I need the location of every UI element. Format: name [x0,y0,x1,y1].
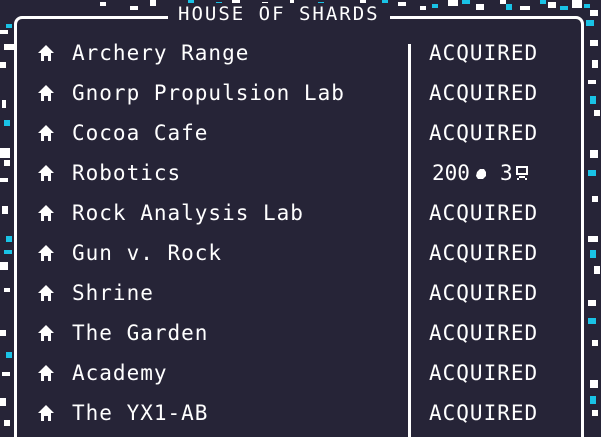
building-row[interactable]: Rock Analysis Lab ACQUIRED [0,193,601,233]
house-icon [37,284,55,302]
house-icon [37,364,55,382]
building-name: Gnorp Propulsion Lab [72,81,345,105]
building-status: ACQUIRED [429,121,539,145]
building-status: ACQUIRED [429,401,539,425]
building-name: Robotics [72,161,182,185]
building-row[interactable]: Gun v. Rock ACQUIRED [0,233,601,273]
building-name: The YX1-AB [72,401,209,425]
building-status: ACQUIRED [429,201,539,225]
house-icon [37,404,55,422]
building-name: Archery Range [72,41,250,65]
building-row[interactable]: The YX1-AB ACQUIRED [0,393,601,433]
house-icon [37,124,55,142]
cost-amount: 200 [432,161,470,185]
building-status: ACQUIRED [429,81,539,105]
building-name: Gun v. Rock [72,241,223,265]
building-status: ACQUIRED [429,321,539,345]
game-screen: HOUSE OF SHARDS Archery Range ACQUIRED Gno… [0,0,601,437]
building-name: The Garden [72,321,209,345]
house-icon [37,324,55,342]
building-name: Academy [72,361,168,385]
building-cost[interactable]: 200 3 [432,159,529,188]
building-row[interactable]: Gnorp Propulsion Lab ACQUIRED [0,73,601,113]
shard-icon [474,160,490,188]
building-status: ACQUIRED [429,41,539,65]
building-row[interactable]: Shrine ACQUIRED [0,273,601,313]
building-row[interactable]: Cocoa Cafe ACQUIRED [0,113,601,153]
building-name: Cocoa Cafe [72,121,209,145]
building-row[interactable]: The Garden ACQUIRED [0,313,601,353]
building-name: Shrine [72,281,154,305]
house-icon [37,84,55,102]
building-row[interactable]: Academy ACQUIRED [0,353,601,393]
house-icon [37,204,55,222]
house-icon [37,44,55,62]
building-row[interactable]: Robotics 200 3 [0,153,601,193]
house-icon [37,244,55,262]
panel-title: HOUSE OF SHARDS [168,3,390,21]
building-status: ACQUIRED [429,361,539,385]
cost-secondary-amount: 3 [499,161,513,185]
building-status: ACQUIRED [429,281,539,305]
building-status: ACQUIRED [429,241,539,265]
house-icon [37,164,55,182]
building-name: Rock Analysis Lab [72,201,304,225]
building-row[interactable]: Archery Range ACQUIRED [0,33,601,73]
token-icon [515,160,529,188]
